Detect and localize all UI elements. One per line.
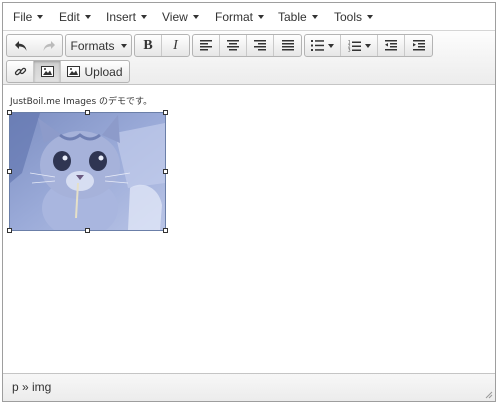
editor-content[interactable]: JustBoil.me Images のデモです。 <box>3 85 495 375</box>
image-button[interactable] <box>34 61 61 82</box>
menu-insert-label: Insert <box>106 10 137 24</box>
editor-container: File Edit Insert View Format Table Tools <box>2 2 496 402</box>
chevron-down-icon <box>367 14 374 19</box>
menu-view[interactable]: View <box>162 3 199 31</box>
menu-table[interactable]: Table <box>278 3 318 31</box>
statusbar: p » img <box>3 373 495 401</box>
chevron-down-icon <box>311 14 318 19</box>
outdent-button[interactable] <box>378 35 405 56</box>
upload-label: Upload <box>84 64 123 79</box>
indent-button[interactable] <box>405 35 432 56</box>
link-button[interactable] <box>7 61 34 82</box>
align-left-icon <box>200 40 212 51</box>
align-center-button[interactable] <box>220 35 247 56</box>
menu-edit-label: Edit <box>59 10 80 24</box>
formats-dropdown[interactable]: Formats <box>66 35 131 56</box>
chevron-down-icon <box>84 14 91 19</box>
chevron-down-icon <box>258 14 265 19</box>
selected-image[interactable] <box>9 112 166 231</box>
resize-handle-e[interactable] <box>163 169 168 174</box>
content-paragraph[interactable]: JustBoil.me Images のデモです。 <box>10 94 152 107</box>
resize-handle-sw[interactable] <box>7 228 12 233</box>
insert-group: Upload <box>6 60 130 83</box>
resize-handle-s[interactable] <box>85 228 90 233</box>
chevron-down-icon <box>364 43 371 48</box>
list-group: 1 2 3 <box>304 34 433 57</box>
toolbar: Formats B I 1 2 3 Upload <box>3 31 495 85</box>
resize-grip-icon[interactable] <box>483 389 493 399</box>
italic-button[interactable]: I <box>162 35 189 56</box>
upload-button[interactable]: Upload <box>61 61 129 82</box>
resize-handle-ne[interactable] <box>163 110 168 115</box>
align-left-button[interactable] <box>193 35 220 56</box>
resize-handle-w[interactable] <box>7 169 12 174</box>
bullet-list-button[interactable] <box>305 35 341 56</box>
align-group <box>192 34 302 57</box>
menu-format-label: Format <box>215 10 254 24</box>
menu-file-label: File <box>13 10 33 24</box>
element-path[interactable]: p » img <box>12 380 51 394</box>
svg-text:3: 3 <box>348 47 351 52</box>
numbered-list-icon: 1 2 3 <box>348 40 361 52</box>
menu-tools-label: Tools <box>334 10 363 24</box>
menubar: File Edit Insert View Format Table Tools <box>3 3 495 31</box>
align-justify-button[interactable] <box>274 35 301 56</box>
redo-icon <box>43 40 55 51</box>
menu-view-label: View <box>162 10 188 24</box>
menu-file[interactable]: File <box>13 3 44 31</box>
style-group: B I <box>134 34 190 57</box>
image-icon <box>40 66 54 77</box>
bold-button[interactable]: B <box>135 35 162 56</box>
history-group <box>6 34 63 57</box>
chevron-down-icon <box>141 14 148 19</box>
chevron-down-icon <box>192 14 199 19</box>
menu-table-label: Table <box>278 10 307 24</box>
undo-button[interactable] <box>7 35 34 56</box>
resize-handle-se[interactable] <box>163 228 168 233</box>
menu-edit[interactable]: Edit <box>59 3 91 31</box>
align-right-icon <box>254 40 266 51</box>
resize-handle-n[interactable] <box>85 110 90 115</box>
numbered-list-button[interactable]: 1 2 3 <box>341 35 378 56</box>
bullet-list-icon <box>311 40 324 51</box>
redo-button[interactable] <box>35 35 62 56</box>
align-right-button[interactable] <box>247 35 274 56</box>
align-justify-icon <box>281 40 294 51</box>
menu-tools[interactable]: Tools <box>334 3 374 31</box>
chevron-down-icon <box>328 43 334 48</box>
resize-handle-nw[interactable] <box>7 110 12 115</box>
formats-group: Formats <box>65 34 132 57</box>
image-icon <box>67 66 81 77</box>
formats-label: Formats <box>70 38 115 53</box>
menu-format[interactable]: Format <box>215 3 265 31</box>
kitten-photo <box>10 113 165 230</box>
menu-insert[interactable]: Insert <box>106 3 148 31</box>
link-icon <box>14 67 26 76</box>
indent-icon <box>412 40 425 51</box>
chevron-down-icon <box>37 14 44 19</box>
chevron-down-icon <box>120 43 127 48</box>
align-center-icon <box>227 40 239 51</box>
undo-icon <box>14 40 26 51</box>
outdent-icon <box>385 40 397 51</box>
